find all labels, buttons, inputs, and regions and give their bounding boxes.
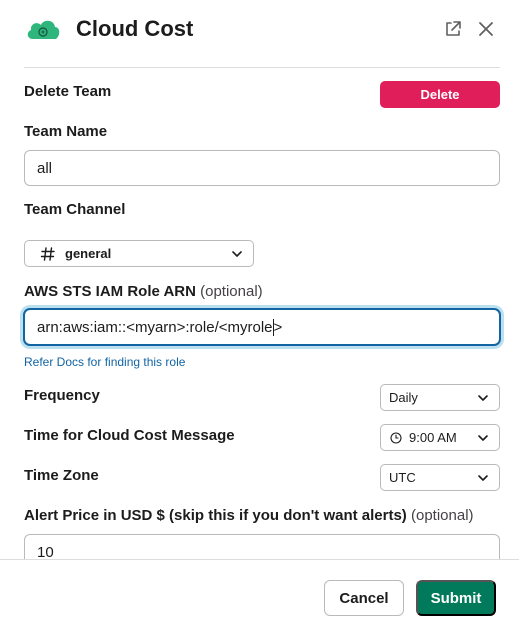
alert-price-label-text: Alert Price in USD $ (skip this if you d…	[24, 507, 407, 524]
team-name-input[interactable]: all	[24, 150, 500, 186]
frequency-value: Daily	[389, 390, 418, 405]
team-channel-value: general	[65, 246, 112, 261]
submit-button[interactable]: Submit	[416, 580, 496, 616]
modal-footer: Cancel Submit	[0, 559, 519, 633]
role-arn-input[interactable]: arn:aws:iam::<myarn>:role/<myrole >	[24, 309, 500, 345]
hash-icon	[40, 246, 55, 261]
timezone-value: UTC	[389, 470, 416, 485]
chevron-down-icon	[478, 435, 488, 441]
frequency-select[interactable]: Daily	[380, 384, 500, 411]
optional-tag: (optional)	[410, 507, 474, 524]
close-icon[interactable]	[475, 18, 497, 40]
role-arn-value: arn:aws:iam::<myarn>:role/<myrole	[37, 318, 273, 336]
delete-team-label: Delete Team	[24, 83, 112, 100]
chevron-down-icon	[232, 251, 242, 257]
timezone-label: Time Zone	[24, 467, 99, 484]
alert-price-input[interactable]: 10	[24, 534, 500, 559]
modal-body[interactable]: Delete Team Delete Team Name all Team Ch…	[0, 62, 519, 559]
team-channel-select[interactable]: general	[24, 240, 254, 267]
frequency-label: Frequency	[24, 387, 100, 404]
time-value: 9:00 AM	[409, 430, 457, 445]
time-select[interactable]: 9:00 AM	[380, 424, 500, 451]
role-arn-label: AWS STS IAM Role ARN (optional)	[24, 282, 263, 302]
team-name-label: Team Name	[24, 123, 108, 140]
chevron-down-icon	[478, 475, 488, 481]
role-arn-label-text: AWS STS IAM Role ARN	[24, 283, 196, 300]
modal-header: Cloud Cost	[0, 0, 519, 62]
team-name-value: all	[37, 159, 53, 177]
divider	[24, 67, 500, 68]
refer-docs-link[interactable]: Refer Docs for finding this role	[24, 355, 185, 369]
team-channel-label: Team Channel	[24, 201, 126, 218]
cloud-icon	[27, 20, 60, 39]
clock-icon	[390, 431, 402, 444]
delete-team-button[interactable]: Delete	[380, 81, 500, 108]
cancel-button[interactable]: Cancel	[324, 580, 404, 616]
open-in-new-window-icon[interactable]	[442, 18, 464, 40]
time-label: Time for Cloud Cost Message	[24, 427, 235, 444]
modal-title: Cloud Cost	[76, 16, 194, 41]
alert-price-value: 10	[37, 543, 54, 560]
timezone-select[interactable]: UTC	[380, 464, 500, 491]
optional-tag: (optional)	[200, 283, 263, 300]
alert-price-label: Alert Price in USD $ (skip this if you d…	[24, 506, 474, 526]
role-arn-value-tail: >	[273, 318, 283, 336]
chevron-down-icon	[478, 395, 488, 401]
